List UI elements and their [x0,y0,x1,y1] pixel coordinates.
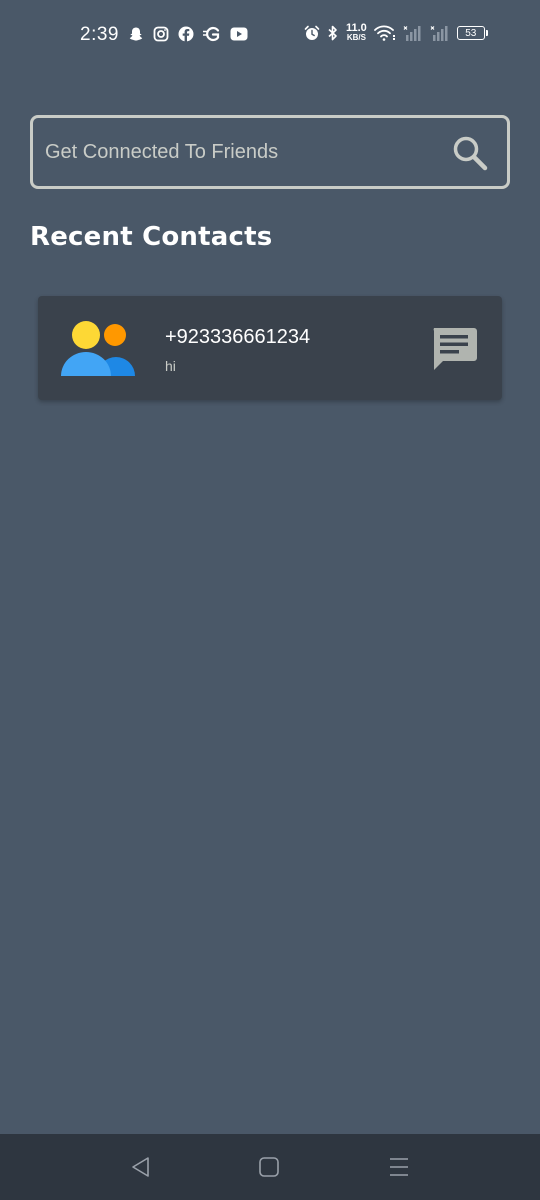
bluetooth-icon [328,25,337,41]
search-input[interactable] [45,118,435,186]
net-speed-value: 11.0 [346,22,367,34]
instagram-icon [153,26,169,42]
net-speed-unit: KB/S [346,33,366,42]
status-time: 2:39 [80,24,119,45]
wifi-icon [373,25,395,41]
status-bar: 2:39 11.0 KB/S 53 [0,0,540,72]
facebook-icon [178,26,194,42]
navigation-bar [0,1134,540,1200]
youtube-icon [230,27,248,41]
app-screen: 2:39 11.0 KB/S 53 Get Connected To Frien… [0,0,540,1200]
battery-icon: 53 [456,26,488,40]
contacts-avatar-icon [61,321,135,376]
section-title: Recent Contacts [30,222,273,252]
net-speed: 11.0 KB/S [346,22,367,43]
notification-icons [128,26,248,42]
alarm-icon [304,25,320,40]
chat-icon[interactable] [430,326,478,372]
signal-icon [403,26,421,41]
signal-icon [430,26,448,41]
contact-name: +923336661234 [165,326,311,348]
battery-level: 53 [465,27,477,39]
contact-last-message: hi [165,358,176,374]
contact-card[interactable]: +923336661234 hi [38,296,502,400]
system-icons: 11.0 KB/S 53 [304,22,488,43]
snapchat-icon [129,27,143,41]
g-icon [203,26,220,42]
recents-icon[interactable] [386,1154,412,1180]
back-icon[interactable] [128,1154,154,1180]
home-icon[interactable] [256,1154,282,1180]
search-icon[interactable] [451,134,489,172]
search-box [30,115,510,189]
